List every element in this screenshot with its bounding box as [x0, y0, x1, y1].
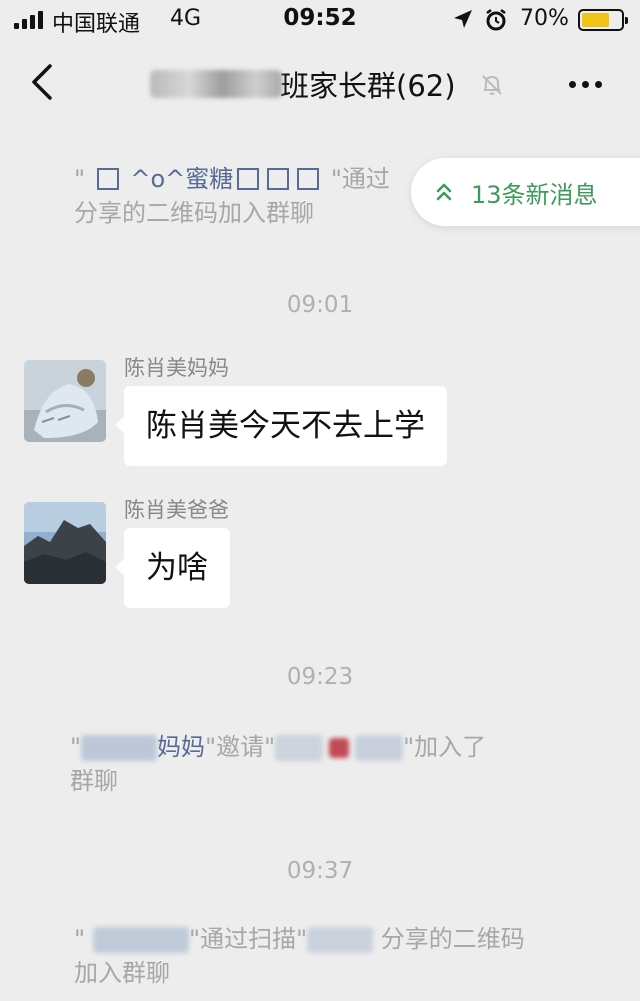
location-icon [452, 8, 474, 36]
more-icon [568, 80, 576, 88]
new-messages-label: 13条新消息 [471, 180, 598, 209]
timestamp: 09:23 [286, 664, 354, 690]
title-redaction [150, 70, 282, 98]
member-name-link[interactable]: ^o^蜜糖 [130, 165, 233, 193]
back-icon [32, 64, 52, 100]
message-item: 陈肖美妈妈 陈肖美今天不去上学 [24, 356, 624, 470]
chat-title-text: 班家长群(62) [280, 69, 456, 103]
join-notice: " ^o^蜜糖 "通过 分享的二维码加入群聊 [74, 165, 390, 227]
avatar[interactable] [24, 502, 106, 584]
message-bubble[interactable]: 陈肖美今天不去上学 [115, 386, 447, 466]
battery-icon [578, 9, 628, 31]
message-bubble[interactable]: 为啥 [115, 528, 230, 608]
status-bar: 中国联通 4G 09:52 70% [0, 0, 640, 38]
new-messages-button[interactable]: 13条新消息 [411, 158, 640, 226]
mute-bell-icon [479, 72, 505, 102]
redacted-name [93, 927, 190, 953]
inviter-name-link[interactable]: 妈妈 [157, 733, 205, 761]
sender-name: 陈肖美爸爸 [124, 498, 229, 522]
double-chevron-up-icon [436, 183, 452, 201]
timestamp: 09:37 [286, 858, 354, 884]
scan-join-notice: " "通过扫描" 分享的二维码 加入群聊 [74, 925, 525, 987]
chat-title: 班家长群(62) [150, 62, 510, 106]
alarm-icon [484, 8, 508, 38]
message-item: 陈肖美爸爸 为啥 [24, 498, 624, 612]
chat-header: 班家长群(62) [0, 40, 640, 126]
battery-fill [582, 13, 609, 27]
avatar[interactable] [24, 360, 106, 442]
more-button[interactable] [560, 64, 610, 104]
battery-percent: 70% [520, 6, 569, 31]
back-button[interactable] [22, 60, 66, 104]
timestamp: 09:01 [286, 292, 354, 318]
redacted-name [81, 735, 158, 761]
invite-notice: " 妈妈"邀请" "加入了 群聊 [70, 733, 487, 795]
sender-name: 陈肖美妈妈 [124, 356, 229, 380]
